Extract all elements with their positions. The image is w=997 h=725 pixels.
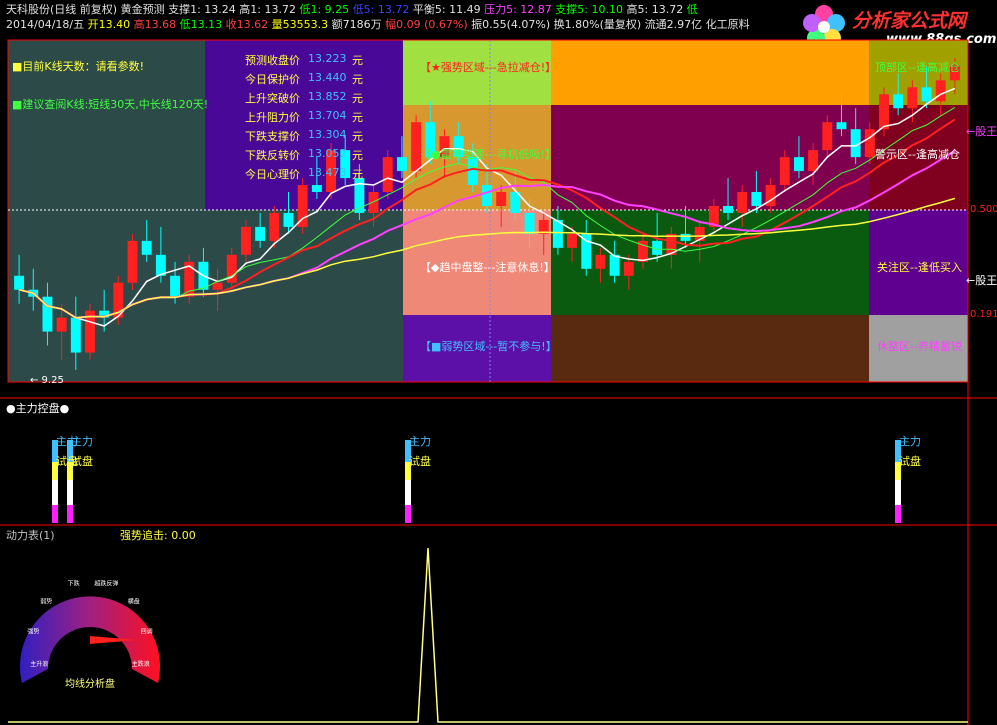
candle-body [170, 275, 181, 297]
info-row-unit: 元 [352, 168, 363, 181]
candle-body [127, 240, 138, 283]
gauge-marker-label: 主跌浪 [132, 660, 150, 668]
info-row-value: 13.704 [308, 109, 347, 122]
info-row-unit: 元 [352, 130, 363, 143]
info-row-value: 13.440 [308, 71, 347, 84]
info-row-name: 下跌反转价 [245, 149, 300, 162]
candle-body [751, 192, 762, 206]
axis-arrow-2: ←股王 [966, 274, 997, 287]
info-row-value: 13.473 [308, 166, 347, 179]
panel2-label-main: 主力 [71, 435, 93, 448]
candle-body [737, 192, 748, 213]
candle-body [623, 261, 634, 276]
candle-body [567, 233, 578, 248]
candle-body [368, 192, 379, 213]
gauge-marker-label: 强势 [27, 628, 39, 636]
panel2-title: ●主力控盘● [6, 402, 70, 415]
candle-body [212, 282, 223, 290]
candle-body [141, 240, 152, 255]
zone-swing-label: 【●震荡整理---寻机低吸!】 [420, 148, 556, 161]
gauge-marker-label: 横盘 [128, 598, 140, 606]
candle-body [382, 157, 393, 193]
info-row-unit: 元 [352, 92, 363, 105]
zone-left-bg-2 [205, 210, 403, 382]
gauge-widget[interactable]: 均线分析盘 主升浪 强势 弱势 下跌 超跌反弹横盘回调主跌浪 [10, 565, 170, 695]
info-row-value: 13.304 [308, 128, 347, 141]
info-row-value: 13.223 [308, 52, 347, 65]
info-row-name: 预测收盘价 [245, 54, 300, 67]
zone-alert-label: 警示区--逢高减仓 [875, 148, 960, 161]
info-row-unit: 元 [352, 54, 363, 67]
candle-body [70, 317, 81, 353]
panel3-title: 动力表(1) [6, 529, 55, 542]
candle-body [595, 254, 606, 269]
candle-body [496, 192, 507, 206]
gauge-marker-label: 超跌反弹 [94, 579, 118, 587]
panel2-label-test: 试盘 [71, 455, 93, 468]
info-row-name: 上升阻力价 [245, 111, 300, 124]
candle-body [921, 87, 932, 102]
candle-body [935, 80, 946, 102]
axis-val-1: 0.500 [970, 204, 997, 215]
info-row-value: 13.052 [308, 147, 347, 160]
candle-body [893, 94, 904, 109]
candle-body [14, 275, 25, 290]
zone-left-bg [8, 40, 205, 382]
axis-arrow-1: ←股王 [966, 125, 997, 138]
strong-chase-label: 强势追击: 0.00 [120, 529, 196, 542]
gauge-marker-label: 弱势 [40, 598, 52, 606]
info-row-name: 今日保护价 [245, 73, 300, 86]
candle-body [297, 185, 308, 227]
candle-body [240, 226, 251, 255]
candle-body [879, 94, 889, 130]
candle-body [907, 87, 918, 109]
advice-label: ■建议查阅K线:短线30天,中长线120天! [12, 98, 209, 111]
candle-body [779, 157, 790, 186]
candle-body [723, 205, 734, 213]
zone-brown [551, 315, 869, 382]
info-row-value: 13.852 [308, 90, 347, 103]
candle-body [581, 233, 592, 269]
zone-focus-label: 关注区--逢低买入 [877, 261, 962, 274]
candle-body [255, 226, 266, 241]
candle-body [808, 150, 819, 172]
panel2-label-main: 主力 [409, 435, 431, 448]
zone-strong-label: 【★强势区域---急拉减仓!】 [420, 61, 557, 74]
info-row-unit: 元 [352, 111, 363, 124]
candle-body [482, 185, 492, 206]
zone-top-label: 顶部区--逢高减仓 [875, 61, 960, 74]
info-row-name: 上升突破价 [245, 92, 300, 105]
candle-body [56, 317, 67, 332]
candle-body [524, 212, 535, 234]
zone-rest-label: 休整区--养精蓄锐 [877, 340, 962, 353]
panel2-label-test: 试盘 [409, 455, 431, 468]
min-price-label: ← 9.25 [30, 375, 64, 386]
candle-body [680, 233, 691, 241]
candle-body [609, 254, 620, 276]
panel2-label-main: 主力 [899, 435, 921, 448]
candle-body [283, 212, 294, 227]
info-row-unit: 元 [352, 149, 363, 162]
info-row-name: 今日心理价 [245, 168, 300, 181]
candle-body [269, 212, 280, 241]
candle-body [396, 157, 407, 172]
axis-val-2: 0.191 [970, 309, 997, 320]
candle-body [822, 122, 833, 151]
gauge-caption: 均线分析盘 [65, 677, 115, 690]
zone-weak-label: 【■弱势区域---暂不参与!】 [420, 340, 557, 353]
days-label: ■目前K线天数：请看参数! [12, 60, 145, 73]
panel2-label-test: 试盘 [899, 455, 921, 468]
candle-body [793, 157, 804, 172]
candle-body [836, 122, 847, 130]
gauge-marker-label: 主升浪 [30, 660, 48, 668]
info-row-unit: 元 [352, 73, 363, 86]
candle-body [864, 129, 875, 158]
candle-body [311, 185, 322, 193]
zone-top-orange [551, 40, 869, 105]
gauge-marker-label: 回调 [141, 628, 153, 636]
zone-mid-label: 【◆趋中盘整---注意休息!】 [420, 261, 555, 274]
info-row-name: 下跌支撑价 [245, 130, 300, 143]
gauge-marker-label: 下跌 [68, 579, 80, 587]
